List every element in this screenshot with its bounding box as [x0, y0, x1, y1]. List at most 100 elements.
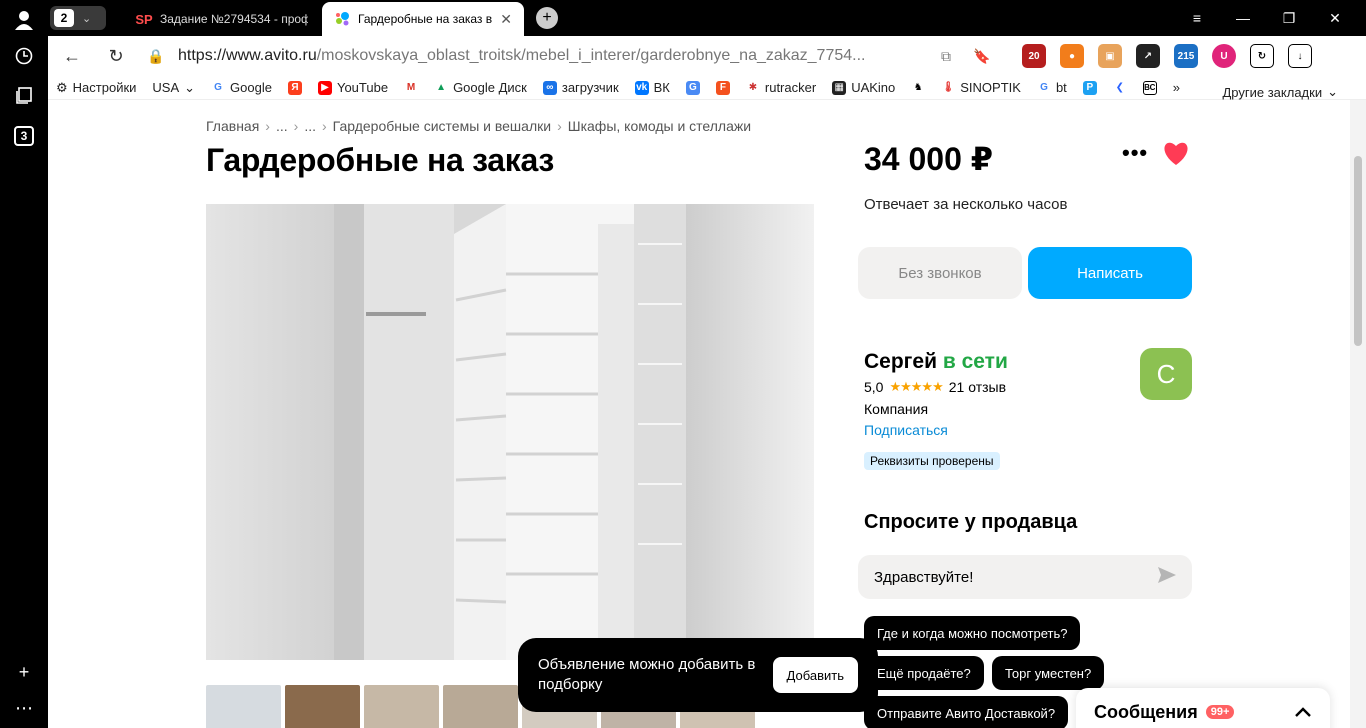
history-icon[interactable]: [12, 44, 36, 68]
quick-question-chip[interactable]: Торг уместен?: [992, 656, 1105, 690]
send-icon[interactable]: [1158, 567, 1176, 587]
subscribe-link[interactable]: Подписаться: [864, 422, 948, 438]
profile-icon[interactable]: [12, 8, 36, 32]
bookmark-bt[interactable]: Gbt: [1029, 76, 1075, 100]
extensions-bar: 20 ● ▣ ↗ 215 U ↻ ↓: [1022, 44, 1312, 68]
verified-badge: Реквизиты проверены: [864, 452, 1000, 470]
thumbnail[interactable]: [443, 685, 518, 728]
back-icon[interactable]: ←: [60, 44, 84, 68]
bookmark-yandex[interactable]: Я: [280, 76, 310, 100]
breadcrumb-home[interactable]: Главная: [206, 118, 259, 134]
toast-text: Объявление можно добавить в подборку: [538, 656, 756, 693]
download-icon[interactable]: ↓: [1288, 44, 1312, 68]
message-input[interactable]: Здравствуйте!: [858, 555, 1192, 599]
url-field[interactable]: https://www.avito.ru/moskovskaya_oblast_…: [178, 47, 865, 65]
extension-icon[interactable]: 215: [1174, 44, 1198, 68]
thumbnail[interactable]: [364, 685, 439, 728]
more-icon[interactable]: ⋯: [12, 696, 36, 720]
breadcrumb-item[interactable]: ...: [304, 118, 316, 134]
quick-question-chip[interactable]: Ещё продаёте?: [864, 656, 984, 690]
no-calls-button[interactable]: Без звонков: [858, 247, 1022, 299]
bookmark-icon[interactable]: 🔖: [970, 44, 994, 68]
breadcrumb-item[interactable]: Гардеробные системы и вешалки: [333, 118, 551, 134]
tab-bar: 2 ⌄ SP Задание №2794534 - проф Гардеробн…: [48, 0, 1366, 36]
bookmark-uakino[interactable]: ▦ UAKino: [824, 76, 903, 100]
bookmark-f[interactable]: F: [708, 76, 738, 100]
quick-question-chip[interactable]: Отправите Авито Доставкой?: [864, 696, 1069, 728]
google-icon: G: [211, 80, 226, 95]
extension-icon[interactable]: ↻: [1250, 44, 1274, 68]
google-drive-icon: ▲: [434, 80, 449, 95]
thumbnail[interactable]: [285, 685, 360, 728]
bookmark-arrow[interactable]: ❮: [1105, 76, 1135, 100]
gmail-icon: M: [404, 80, 419, 95]
tab-title: Задание №2794534 - проф: [160, 12, 308, 26]
bookmarks-more[interactable]: »: [1165, 76, 1188, 100]
thermometer-icon: 🌡: [941, 80, 956, 95]
bookmark-usa[interactable]: USA ⌄: [144, 76, 203, 100]
tabs-count-icon[interactable]: 3: [12, 124, 36, 148]
infinity-icon: ∞: [542, 80, 557, 95]
bookmark-sinoptik[interactable]: 🌡 SINOPTIK: [933, 76, 1029, 100]
more-options-icon[interactable]: •••: [1122, 140, 1148, 166]
extension-icon[interactable]: 20: [1022, 44, 1046, 68]
lock-icon[interactable]: 🔒: [144, 44, 168, 68]
bookmark-settings[interactable]: ⚙ Настройки: [48, 76, 144, 100]
listing-photo[interactable]: [206, 204, 814, 660]
seller-avatar[interactable]: С: [1140, 348, 1192, 400]
close-tab-icon[interactable]: ✕: [500, 11, 512, 28]
chevron-down-icon: ⌄: [82, 12, 92, 25]
messages-panel[interactable]: Сообщения 99+: [1076, 688, 1330, 728]
add-panel-icon[interactable]: +: [12, 660, 36, 684]
youtube-icon: ▶: [317, 80, 332, 95]
quick-question-chip[interactable]: Где и когда можно посмотреть?: [864, 616, 1081, 650]
google-icon: G: [1036, 80, 1051, 95]
sp-favicon-icon: SP: [135, 11, 153, 27]
page-scrollbar[interactable]: [1350, 100, 1366, 728]
scrollbar-thumb[interactable]: [1354, 156, 1362, 346]
tab-task[interactable]: SP Задание №2794534 - проф: [124, 2, 320, 36]
reviews-link[interactable]: 21 отзыв: [949, 379, 1006, 395]
extension-icon[interactable]: ●: [1060, 44, 1084, 68]
translate-icon: G: [685, 80, 700, 95]
tab-avito[interactable]: Гардеробные на заказ в ✕: [322, 2, 524, 36]
vk-icon: vk: [634, 80, 649, 95]
bookmark-chess[interactable]: ♞: [903, 76, 933, 100]
bookmark-google-drive[interactable]: ▲ Google Диск: [426, 76, 535, 100]
add-to-collection-button[interactable]: Добавить: [772, 657, 858, 693]
bookmark-gmail[interactable]: M: [396, 76, 426, 100]
reload-icon[interactable]: ↻: [104, 44, 128, 68]
write-message-button[interactable]: Написать: [1028, 247, 1192, 299]
avito-listing-page: Главная › ... › ... › Гардеробные системы и…: [48, 100, 1350, 728]
new-tab-button[interactable]: +: [536, 7, 558, 29]
star-rating-icon: ★★★★★: [889, 379, 943, 394]
thumbnail[interactable]: [206, 685, 281, 728]
extension-icon[interactable]: ↗: [1136, 44, 1160, 68]
extension-icon[interactable]: ▣: [1098, 44, 1122, 68]
menu-icon[interactable]: ≡: [1174, 4, 1220, 32]
close-window-icon[interactable]: ✕: [1312, 4, 1358, 32]
chevron-up-icon[interactable]: [1294, 701, 1312, 724]
bookmark-youtube[interactable]: ▶ YouTube: [310, 76, 396, 100]
bookmark-downloader[interactable]: ∞ загрузчик: [535, 76, 627, 100]
online-status: в сети: [942, 350, 1008, 373]
bookmark-p[interactable]: P: [1075, 76, 1105, 100]
bookmark-vk[interactable]: vk ВК: [627, 76, 678, 100]
seller-rating[interactable]: 5,0 ★★★★★ 21 отзыв: [864, 379, 1006, 395]
bookmark-bc[interactable]: ВС: [1135, 76, 1165, 100]
bookmark-rutracker[interactable]: ✱ rutracker: [738, 76, 824, 100]
collections-icon[interactable]: [12, 84, 36, 108]
seller-name[interactable]: Сергей в сети: [864, 350, 1008, 374]
breadcrumb-item[interactable]: Шкафы, комоды и стеллажи: [568, 118, 751, 134]
extension-icon[interactable]: U: [1212, 44, 1236, 68]
bookmark-translate[interactable]: G: [678, 76, 708, 100]
add-to-collection-toast: Объявление можно добавить в подборку Доб…: [518, 638, 878, 712]
breadcrumb-item[interactable]: ...: [276, 118, 288, 134]
minimize-icon[interactable]: —: [1220, 4, 1266, 32]
tab-group-button[interactable]: 2 ⌄: [50, 6, 106, 30]
p-icon: P: [1082, 80, 1097, 95]
restore-icon[interactable]: ❐: [1266, 4, 1312, 32]
translate-icon[interactable]: ⧉: [934, 44, 958, 68]
bookmark-google[interactable]: G Google: [203, 76, 280, 100]
favorite-heart-icon[interactable]: [1162, 140, 1190, 171]
